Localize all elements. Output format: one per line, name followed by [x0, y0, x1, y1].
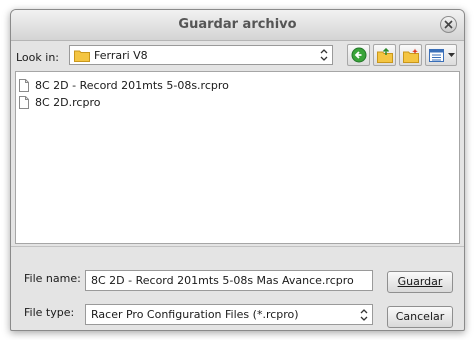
- close-button[interactable]: [440, 16, 457, 33]
- save-button-label: Guardar: [397, 275, 443, 288]
- file-icon: [19, 95, 29, 109]
- file-icon: [19, 78, 29, 92]
- file-type-select[interactable]: Racer Pro Configuration Files (*.rcpro): [85, 304, 373, 325]
- file-name-field[interactable]: 8C 2D - Record 201mts 5-08s Mas Avance.r…: [85, 270, 373, 291]
- look-in-combobox[interactable]: Ferrari V8: [69, 45, 333, 65]
- view-menu-button[interactable]: [425, 44, 457, 66]
- folder-icon: [74, 50, 90, 62]
- new-folder-icon: [402, 48, 419, 63]
- cancel-button[interactable]: Cancelar: [387, 306, 453, 328]
- file-type-value: Racer Pro Configuration Files (*.rcpro): [91, 308, 299, 321]
- list-item[interactable]: 8C 2D.rcpro: [19, 94, 100, 110]
- file-name: 8C 2D - Record 201mts 5-08s.rcpro: [35, 78, 229, 92]
- file-list[interactable]: 8C 2D - Record 201mts 5-08s.rcpro 8C 2D.…: [15, 71, 460, 244]
- back-icon: [351, 47, 366, 63]
- up-folder-icon: [376, 47, 393, 63]
- file-name: 8C 2D.rcpro: [35, 95, 101, 109]
- chevron-down-icon: [448, 53, 455, 57]
- toolbar: Look in: Ferrari V8: [11, 41, 464, 71]
- chevron-updown-icon: [320, 49, 328, 61]
- current-folder: Ferrari V8: [94, 49, 148, 62]
- file-name-label: File name:: [24, 272, 81, 285]
- new-folder-button[interactable]: [399, 44, 422, 66]
- file-type-label: File type:: [24, 306, 75, 319]
- save-file-dialog: Guardar archivo Look in: Ferrari V8 8C 2…: [10, 9, 465, 331]
- save-button[interactable]: Guardar: [387, 271, 453, 293]
- view-menu-icon: [429, 48, 444, 62]
- list-item[interactable]: 8C 2D - Record 201mts 5-08s.rcpro: [19, 77, 229, 93]
- chevron-updown-icon: [360, 309, 368, 321]
- back-button[interactable]: [347, 44, 370, 66]
- title-bar: Guardar archivo: [11, 10, 464, 41]
- close-icon: [444, 20, 453, 29]
- form-area: File name: 8C 2D - Record 201mts 5-08s M…: [11, 246, 464, 330]
- dialog-title: Guardar archivo: [178, 17, 297, 32]
- look-in-label: Look in:: [16, 51, 59, 64]
- up-folder-button[interactable]: [373, 44, 396, 66]
